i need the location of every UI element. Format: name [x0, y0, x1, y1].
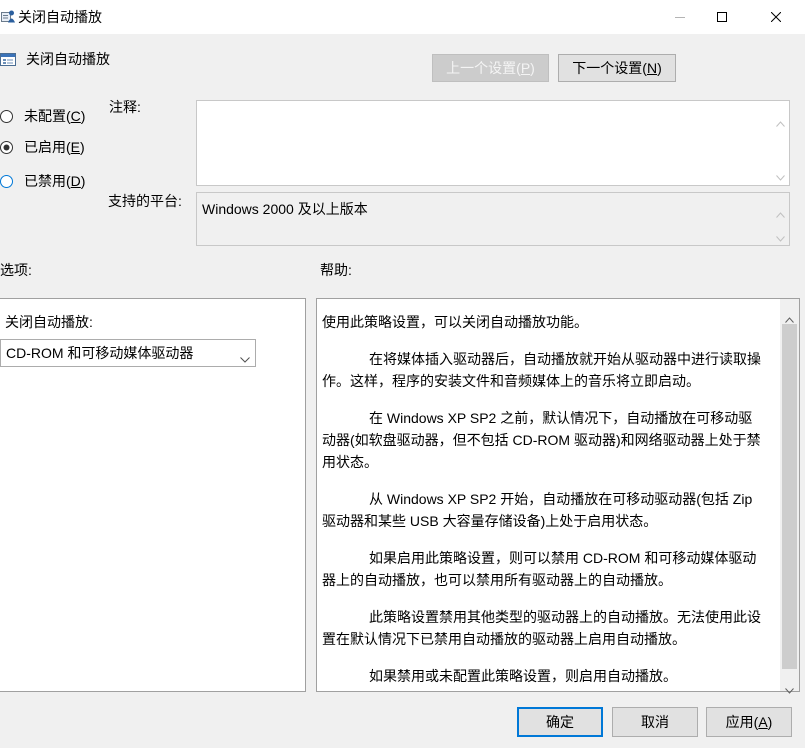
cancel-button[interactable]: 取消 [612, 707, 698, 737]
help-paragraph: 在将媒体插入驱动器后，自动播放就开始从驱动器中进行读取操 作。这样，程序的安装文… [322, 348, 774, 392]
radio-circle-icon [0, 175, 13, 188]
help-line: 在 Windows XP SP2 之前，默认情况下，自动播放在可移动驱 [369, 410, 753, 426]
help-paragraph: 如果禁用或未配置此策略设置，则启用自动播放。 [322, 665, 774, 687]
scroll-up-icon[interactable] [785, 310, 794, 323]
help-line: 在将媒体插入驱动器后，自动播放就开始从驱动器中进行读取操 [369, 351, 761, 367]
help-paragraph: 从 Windows XP SP2 开始，自动播放在可移动驱动器(包括 Zip 驱… [322, 488, 774, 532]
help-line: 使用此策略设置，可以关闭自动播放功能。 [322, 314, 588, 330]
help-section-label: 帮助: [320, 262, 352, 278]
help-line: 器上的自动播放，也可以禁用所有驱动器上的自动播放。 [322, 572, 672, 588]
maximize-icon [717, 9, 727, 25]
radio-not-configured[interactable]: 未配置(C) [0, 106, 100, 126]
minimize-icon [675, 9, 685, 25]
scroll-down-icon[interactable] [776, 168, 785, 181]
help-line: 此策略设置禁用其他类型的驱动器上的自动播放。无法使用此设 [369, 609, 761, 625]
dropdown-selected-value: CD-ROM 和可移动媒体驱动器 [6, 345, 194, 361]
chevron-down-icon [240, 350, 250, 363]
close-icon [770, 9, 782, 25]
help-paragraph: 使用此策略设置，可以关闭自动播放功能。 [322, 311, 774, 333]
scroll-up-icon[interactable] [776, 114, 785, 127]
previous-setting-button[interactable]: 上一个设置(P) [432, 54, 549, 82]
help-line: 置在默认情况下已禁用自动播放的驱动器上启用自动播放。 [322, 631, 686, 647]
window-title: 关闭自动播放 [18, 9, 102, 25]
maximize-button[interactable] [699, 0, 745, 34]
help-line: 作。这样，程序的安装文件和音频媒体上的音乐将立即启动。 [322, 373, 700, 389]
autoplay-drives-dropdown[interactable]: CD-ROM 和可移动媒体驱动器 [0, 339, 256, 367]
radio-circle-icon [0, 141, 13, 154]
next-setting-button[interactable]: 下一个设置(N) [558, 54, 676, 82]
minimize-button[interactable] [657, 0, 703, 34]
policy-setting-icon [0, 51, 16, 67]
comment-field[interactable] [196, 100, 790, 186]
apply-button[interactable]: 应用(A) [706, 707, 792, 737]
platform-value: Windows 2000 及以上版本 [202, 201, 368, 217]
autoplay-field-label: 关闭自动播放: [5, 314, 93, 330]
policy-name: 关闭自动播放 [26, 51, 110, 67]
help-line: 动器(如软盘驱动器，但不包括 CD-ROM 驱动器)和网络驱动器上处于禁 [322, 432, 761, 448]
close-button[interactable] [753, 0, 799, 34]
radio-enabled[interactable]: 已启用(E) [0, 137, 100, 157]
help-text: 使用此策略设置，可以关闭自动播放功能。 在将媒体插入驱动器后，自动播放就开始从驱… [322, 311, 774, 702]
options-panel: 关闭自动播放: CD-ROM 和可移动媒体驱动器 [0, 298, 306, 692]
help-scrollbar[interactable] [780, 299, 799, 694]
scroll-down-icon[interactable] [785, 681, 794, 694]
radio-label: 已启用(E) [24, 139, 85, 155]
scrollbar-thumb[interactable] [782, 324, 797, 669]
title-bar: 关闭自动播放 [0, 0, 805, 34]
radio-disabled[interactable]: 已禁用(D) [0, 171, 100, 191]
help-line: 从 Windows XP SP2 开始，自动播放在可移动驱动器(包括 Zip [369, 491, 753, 507]
help-line: 如果启用此策略设置，则可以禁用 CD-ROM 和可移动媒体驱动 [369, 550, 757, 566]
help-line: 如果禁用或未配置此策略设置，则启用自动播放。 [369, 668, 677, 684]
platform-label: 支持的平台: [108, 193, 182, 209]
scroll-down-icon[interactable] [776, 229, 785, 242]
options-section-label: 选项: [0, 262, 32, 278]
help-paragraph: 此策略设置禁用其他类型的驱动器上的自动播放。无法使用此设 置在默认情况下已禁用自… [322, 606, 774, 650]
group-policy-icon [1, 9, 15, 23]
platform-field[interactable]: Windows 2000 及以上版本 [196, 192, 790, 246]
help-panel: 使用此策略设置，可以关闭自动播放功能。 在将媒体插入驱动器后，自动播放就开始从驱… [316, 298, 800, 694]
ok-button[interactable]: 确定 [517, 707, 603, 737]
comment-label: 注释: [109, 99, 141, 115]
scroll-up-icon[interactable] [776, 205, 785, 218]
radio-label: 已禁用(D) [24, 173, 86, 189]
help-line: 用状态。 [322, 454, 378, 470]
radio-label: 未配置(C) [24, 108, 86, 124]
help-paragraph: 如果启用此策略设置，则可以禁用 CD-ROM 和可移动媒体驱动 器上的自动播放，… [322, 547, 774, 591]
help-paragraph: 在 Windows XP SP2 之前，默认情况下，自动播放在可移动驱 动器(如… [322, 407, 774, 473]
help-line: 驱动器和某些 USB 大容量存储设备)上处于启用状态。 [322, 513, 658, 529]
radio-circle-icon [0, 110, 13, 123]
